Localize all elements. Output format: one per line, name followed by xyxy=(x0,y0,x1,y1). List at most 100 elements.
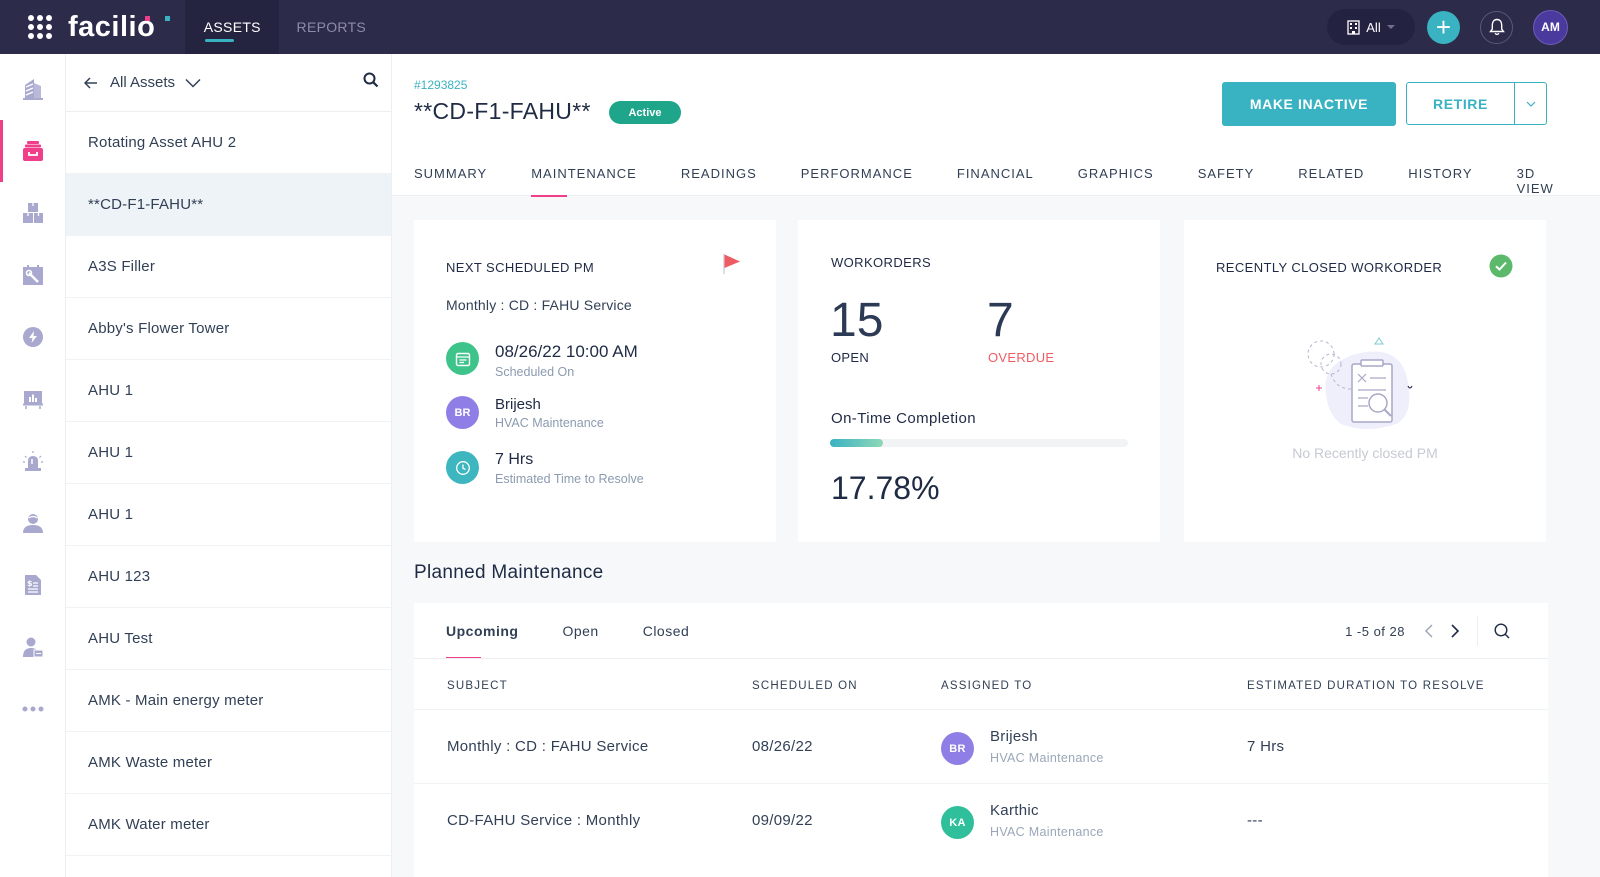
retire-button-group: RETIRE xyxy=(1406,82,1547,125)
tab-maintenance[interactable]: MAINTENANCE xyxy=(531,162,637,197)
facilio-logo[interactable]: facilio xyxy=(68,10,170,44)
make-inactive-button[interactable]: MAKE INACTIVE xyxy=(1222,82,1396,126)
planned-maintenance-table: Upcoming Open Closed 1 -5 of 28 SUBJECT SC… xyxy=(414,603,1548,877)
rail-item-assets[interactable] xyxy=(0,120,66,182)
rail-item-maintenance[interactable] xyxy=(0,244,66,306)
asset-list-item[interactable]: **CD-F1-FAHU** xyxy=(66,174,391,236)
rail-item-dashboard[interactable] xyxy=(0,368,66,430)
back-arrow-icon[interactable] xyxy=(84,76,98,89)
rail-item-inventory[interactable] xyxy=(0,182,66,244)
asset-list-item-label: Abby's Flower Tower xyxy=(88,320,230,337)
view-selector[interactable]: All Assets xyxy=(110,74,175,91)
asset-list-item-label: AHU Test xyxy=(88,630,153,647)
rail-item-portfolio[interactable] xyxy=(0,58,66,120)
asset-header: #1293825 **CD-F1-FAHU** Active MAKE INAC… xyxy=(392,54,1600,197)
asset-list-item[interactable]: A3S Filler xyxy=(66,236,391,298)
row-duration: 7 Hrs xyxy=(1247,738,1285,755)
rail-item-vendors[interactable] xyxy=(0,616,66,678)
asset-list-item[interactable]: AHU 123 xyxy=(66,546,391,608)
inventory-icon xyxy=(23,203,43,223)
pm-tab-upcoming[interactable]: Upcoming xyxy=(446,603,518,659)
open-count[interactable]: 15 xyxy=(830,293,883,348)
asset-list-item[interactable]: AMK - Main energy meter xyxy=(66,670,391,732)
tab-3d-view[interactable]: 3D VIEW xyxy=(1517,162,1556,196)
tab-readings[interactable]: READINGS xyxy=(681,162,757,196)
add-button[interactable]: + xyxy=(1427,10,1460,44)
rail-item-people[interactable] xyxy=(0,492,66,554)
energy-icon xyxy=(23,327,43,347)
site-selector[interactable]: All xyxy=(1327,9,1415,45)
user-avatar[interactable]: AM xyxy=(1533,9,1568,45)
tab-safety[interactable]: SAFETY xyxy=(1198,162,1255,196)
row-subject[interactable]: CD-FAHU Service : Monthly xyxy=(447,812,640,829)
tab-summary[interactable]: SUMMARY xyxy=(414,162,487,196)
on-time-percent: 17.78% xyxy=(831,470,940,506)
asset-list-item[interactable]: Abby's Flower Tower xyxy=(66,298,391,360)
top-tab-label: ASSETS xyxy=(203,19,261,35)
next-scheduled-pm-card: NEXT SCHEDULED PM Monthly : CD : FAHU Se… xyxy=(414,220,776,542)
top-tab-assets[interactable]: ASSETS xyxy=(185,0,280,54)
rail-item-alarms[interactable] xyxy=(0,430,66,492)
assignee-team: HVAC Maintenance xyxy=(990,825,1104,839)
asset-list-item[interactable]: Rotating Asset AHU 2 xyxy=(66,112,391,174)
pm-tab-open[interactable]: Open xyxy=(562,603,598,659)
asset-list-item-label: AMK - Main energy meter xyxy=(88,692,264,709)
assignee-name: Brijesh xyxy=(495,396,541,413)
asset-list-item[interactable]: AHU 1 xyxy=(66,484,391,546)
module-rail: $ xyxy=(0,54,66,877)
bell-icon xyxy=(1488,18,1505,36)
assignee-team: HVAC Maintenance xyxy=(495,416,604,430)
rail-item-invoices[interactable]: $ xyxy=(0,554,66,616)
top-tab-label: REPORTS xyxy=(296,19,367,35)
workorders-card: WORKORDERS 15 OPEN 7 OVERDUE On-Time Com… xyxy=(798,220,1160,542)
avatar: BR xyxy=(446,396,479,429)
pm-duration: 7 Hrs Estimated Time to Resolve xyxy=(446,451,644,486)
chevron-left-icon xyxy=(1425,624,1433,638)
app-grid-icon[interactable] xyxy=(28,15,52,39)
pm-tab-closed[interactable]: Closed xyxy=(643,603,690,659)
svg-text:$: $ xyxy=(27,579,33,588)
retire-button[interactable]: RETIRE xyxy=(1407,83,1515,124)
asset-list-item[interactable]: AMK Waste meter xyxy=(66,732,391,794)
asset-list-item[interactable]: AHU 1 xyxy=(66,422,391,484)
previous-page-button[interactable] xyxy=(1425,624,1433,638)
table-row[interactable]: Monthly : CD : FAHU Service 08/26/22 BR Bri… xyxy=(414,709,1548,783)
asset-list-item[interactable]: AMK Water meter xyxy=(66,794,391,856)
asset-list-item[interactable]: AHU Test xyxy=(66,608,391,670)
asset-box-icon xyxy=(23,141,43,161)
on-time-progress-fill xyxy=(830,439,883,447)
more-icon xyxy=(22,706,44,712)
table-row[interactable]: CD-FAHU Service : Monthly 09/09/22 KA Karth… xyxy=(414,783,1548,857)
rail-item-energy[interactable] xyxy=(0,306,66,368)
plus-icon: + xyxy=(1435,12,1452,42)
notifications-button[interactable] xyxy=(1480,10,1513,44)
next-page-button[interactable] xyxy=(1451,624,1459,638)
search-icon[interactable] xyxy=(363,72,379,88)
table-search-button[interactable] xyxy=(1494,623,1510,639)
column-header-scheduled-on: SCHEDULED ON xyxy=(752,680,858,692)
tab-financial[interactable]: FINANCIAL xyxy=(957,162,1034,196)
building-icon xyxy=(1347,19,1360,35)
row-subject[interactable]: Monthly : CD : FAHU Service xyxy=(447,738,648,755)
site-selector-value: All xyxy=(1366,19,1381,35)
more-actions-dropdown[interactable] xyxy=(1515,83,1546,124)
tab-history[interactable]: HISTORY xyxy=(1408,162,1472,196)
brand-name: facilio xyxy=(68,10,156,43)
asset-list-item[interactable]: AHU 1 xyxy=(66,360,391,422)
tab-performance[interactable]: PERFORMANCE xyxy=(801,162,913,196)
top-tab-reports[interactable]: REPORTS xyxy=(279,0,383,54)
asset-list-item-label: AHU 123 xyxy=(88,568,151,585)
pm-subject[interactable]: Monthly : CD : FAHU Service xyxy=(446,297,632,313)
divider xyxy=(414,658,1548,659)
assignee-team: HVAC Maintenance xyxy=(990,751,1104,765)
rail-item-more[interactable] xyxy=(0,678,66,740)
asset-id: #1293825 xyxy=(414,78,468,92)
tab-graphics[interactable]: GRAPHICS xyxy=(1078,162,1154,196)
overdue-count[interactable]: 7 xyxy=(987,293,1014,348)
empty-state-text: No Recently closed PM xyxy=(1292,445,1438,461)
asset-detail: #1293825 **CD-F1-FAHU** Active MAKE INAC… xyxy=(392,54,1600,877)
open-label: OPEN xyxy=(831,350,870,365)
asset-list-item-label: AHU 1 xyxy=(88,506,134,523)
tab-related[interactable]: RELATED xyxy=(1298,162,1364,196)
chevron-down-icon[interactable] xyxy=(185,78,201,88)
